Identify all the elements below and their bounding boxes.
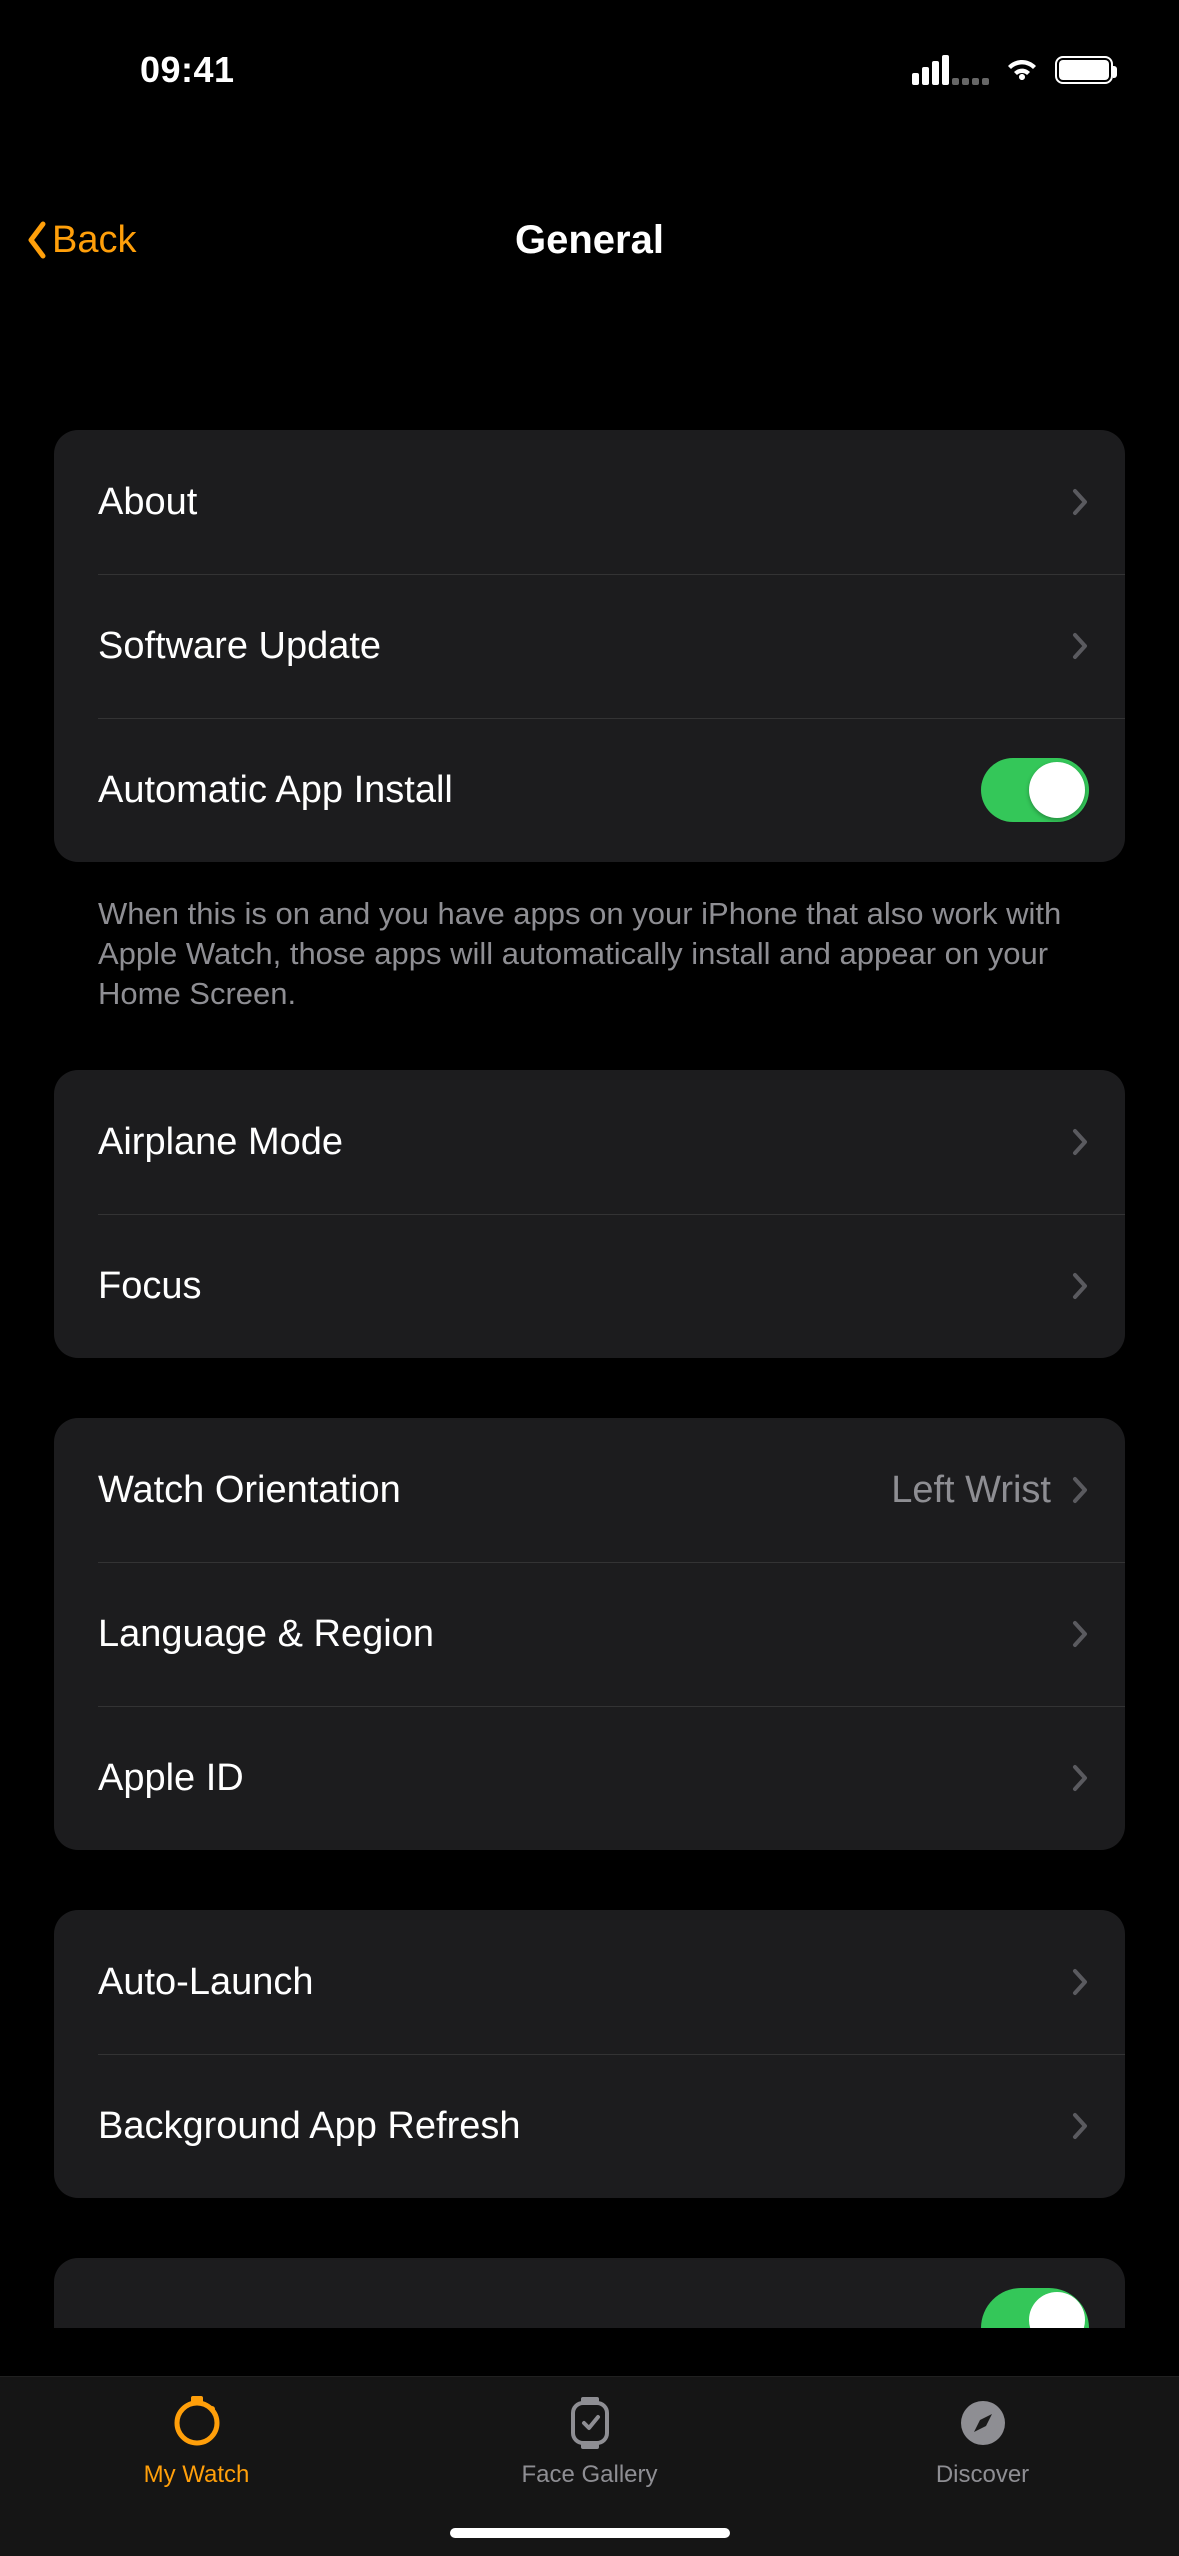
watch-face-icon bbox=[562, 2395, 618, 2451]
row-label: Watch Orientation bbox=[98, 1469, 401, 1512]
chevron-right-icon bbox=[1071, 1475, 1089, 1505]
row-focus[interactable]: Focus bbox=[54, 1214, 1125, 1358]
group-footer: When this is on and you have apps on you… bbox=[54, 878, 1125, 1014]
chevron-right-icon bbox=[1071, 1127, 1089, 1157]
dictation-toggle[interactable] bbox=[981, 2288, 1089, 2328]
status-time: 09:41 bbox=[140, 49, 235, 91]
row-background-app-refresh[interactable]: Background App Refresh bbox=[54, 2054, 1125, 2198]
row-enable-dictation[interactable] bbox=[54, 2258, 1125, 2328]
cellular-signal-icon bbox=[912, 55, 989, 85]
chevron-right-icon bbox=[1071, 1619, 1089, 1649]
compass-icon bbox=[955, 2395, 1011, 2451]
row-value: Left Wrist bbox=[891, 1469, 1051, 1512]
row-label: Language & Region bbox=[98, 1613, 434, 1656]
row-software-update[interactable]: Software Update bbox=[54, 574, 1125, 718]
settings-group: About Software Update Automatic App Inst… bbox=[54, 430, 1125, 862]
chevron-right-icon bbox=[1071, 631, 1089, 661]
tab-label: Face Gallery bbox=[521, 2461, 657, 2489]
battery-icon bbox=[1055, 56, 1113, 84]
content: About Software Update Automatic App Inst… bbox=[0, 430, 1179, 2376]
row-apple-id[interactable]: Apple ID bbox=[54, 1706, 1125, 1850]
tab-label: Discover bbox=[936, 2461, 1029, 2489]
chevron-right-icon bbox=[1071, 1271, 1089, 1301]
settings-group: Auto-Launch Background App Refresh bbox=[54, 1910, 1125, 2198]
chevron-right-icon bbox=[1071, 2111, 1089, 2141]
row-label: Auto-Launch bbox=[98, 1961, 314, 2004]
settings-group-partial bbox=[54, 2258, 1125, 2328]
row-label: Software Update bbox=[98, 625, 381, 668]
row-watch-orientation[interactable]: Watch Orientation Left Wrist bbox=[54, 1418, 1125, 1562]
chevron-right-icon bbox=[1071, 1763, 1089, 1793]
nav-bar: Back General bbox=[0, 190, 1179, 290]
row-label: Automatic App Install bbox=[98, 769, 453, 812]
row-label: Background App Refresh bbox=[98, 2105, 521, 2148]
home-indicator[interactable] bbox=[450, 2528, 730, 2538]
wifi-icon bbox=[1003, 56, 1041, 84]
automatic-app-install-toggle[interactable] bbox=[981, 758, 1089, 822]
tab-face-gallery[interactable]: Face Gallery bbox=[395, 2395, 784, 2489]
settings-group: Airplane Mode Focus bbox=[54, 1070, 1125, 1358]
row-auto-launch[interactable]: Auto-Launch bbox=[54, 1910, 1125, 2054]
row-airplane-mode[interactable]: Airplane Mode bbox=[54, 1070, 1125, 1214]
tab-label: My Watch bbox=[144, 2461, 250, 2489]
back-button[interactable]: Back bbox=[0, 218, 136, 262]
row-automatic-app-install[interactable]: Automatic App Install bbox=[54, 718, 1125, 862]
row-language-region[interactable]: Language & Region bbox=[54, 1562, 1125, 1706]
row-label: About bbox=[98, 481, 197, 524]
settings-group: Watch Orientation Left Wrist Language & … bbox=[54, 1418, 1125, 1850]
row-label: Apple ID bbox=[98, 1757, 244, 1800]
watch-icon bbox=[169, 2395, 225, 2451]
tab-discover[interactable]: Discover bbox=[788, 2395, 1177, 2489]
status-icons bbox=[912, 55, 1113, 85]
status-bar: 09:41 bbox=[0, 0, 1179, 130]
chevron-left-icon bbox=[22, 218, 52, 262]
row-label: Airplane Mode bbox=[98, 1121, 343, 1164]
page-title: General bbox=[515, 218, 664, 263]
chevron-right-icon bbox=[1071, 1967, 1089, 1997]
row-label: Focus bbox=[98, 1265, 201, 1308]
row-about[interactable]: About bbox=[54, 430, 1125, 574]
tab-my-watch[interactable]: My Watch bbox=[2, 2395, 391, 2489]
chevron-right-icon bbox=[1071, 487, 1089, 517]
back-label: Back bbox=[52, 219, 136, 262]
